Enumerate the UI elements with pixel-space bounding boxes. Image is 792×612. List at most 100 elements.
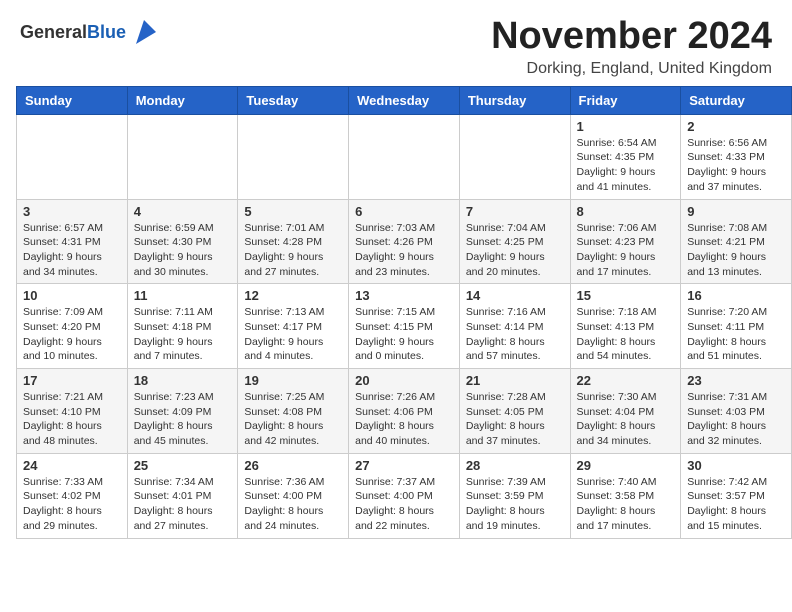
calendar-wrapper: Sunday Monday Tuesday Wednesday Thursday… [0, 86, 792, 547]
day-number: 8 [577, 204, 675, 219]
day-info: Sunrise: 7:30 AM Sunset: 4:04 PM Dayligh… [577, 390, 675, 449]
day-info: Sunrise: 7:06 AM Sunset: 4:23 PM Dayligh… [577, 221, 675, 280]
day-info: Sunrise: 7:09 AM Sunset: 4:20 PM Dayligh… [23, 305, 121, 364]
day-info: Sunrise: 7:21 AM Sunset: 4:10 PM Dayligh… [23, 390, 121, 449]
day-number: 25 [134, 458, 232, 473]
table-row: 26 Sunrise: 7:36 AM Sunset: 4:00 PM Dayli… [238, 453, 349, 538]
col-saturday: Saturday [681, 86, 792, 114]
day-info: Sunrise: 7:23 AM Sunset: 4:09 PM Dayligh… [134, 390, 232, 449]
table-row: 7Sunrise: 7:04 AM Sunset: 4:25 PM Daylig… [459, 199, 570, 284]
table-row: 1 Sunrise: 6:54 AM Sunset: 4:35 PM Daylig… [570, 114, 681, 199]
day-info: Sunrise: 7:33 AM Sunset: 4:02 PM Dayligh… [23, 475, 121, 534]
table-row: 15 Sunrise: 7:18 AM Sunset: 4:13 PM Dayli… [570, 284, 681, 369]
day-number: 14 [466, 288, 564, 303]
day-number: 27 [355, 458, 453, 473]
calendar-week-row: 1 Sunrise: 6:54 AM Sunset: 4:35 PM Daylig… [17, 114, 792, 199]
table-row [238, 114, 349, 199]
table-row: 3 Sunrise: 6:57 AM Sunset: 4:31 PM Daylig… [17, 199, 128, 284]
table-row: 29Sunrise: 7:40 AM Sunset: 3:58 PM Dayli… [570, 453, 681, 538]
calendar-week-row: 24 Sunrise: 7:33 AM Sunset: 4:02 PM Dayli… [17, 453, 792, 538]
table-row: 27 Sunrise: 7:37 AM Sunset: 4:00 PM Dayli… [349, 453, 460, 538]
day-info: Sunrise: 7:11 AM Sunset: 4:18 PM Dayligh… [134, 305, 232, 364]
table-row: 5 Sunrise: 7:01 AM Sunset: 4:28 PM Daylig… [238, 199, 349, 284]
day-number: 12 [244, 288, 342, 303]
day-info: Sunrise: 7:26 AM Sunset: 4:06 PM Dayligh… [355, 390, 453, 449]
day-info: Sunrise: 7:39 AM Sunset: 3:59 PM Dayligh… [466, 475, 564, 534]
table-row [349, 114, 460, 199]
col-tuesday: Tuesday [238, 86, 349, 114]
table-row: 11 Sunrise: 7:11 AM Sunset: 4:18 PM Dayli… [127, 284, 238, 369]
day-info: Sunrise: 6:54 AM Sunset: 4:35 PM Dayligh… [577, 136, 675, 195]
table-row: 19 Sunrise: 7:25 AM Sunset: 4:08 PM Dayli… [238, 369, 349, 454]
day-number: 19 [244, 373, 342, 388]
col-wednesday: Wednesday [349, 86, 460, 114]
day-info: Sunrise: 7:28 AM Sunset: 4:05 PM Dayligh… [466, 390, 564, 449]
col-thursday: Thursday [459, 86, 570, 114]
day-number: 1 [577, 119, 675, 134]
day-number: 11 [134, 288, 232, 303]
location: Dorking, England, United Kingdom [491, 60, 772, 78]
table-row: 22 Sunrise: 7:30 AM Sunset: 4:04 PM Dayli… [570, 369, 681, 454]
day-number: 24 [23, 458, 121, 473]
table-row [17, 114, 128, 199]
day-info: Sunrise: 7:37 AM Sunset: 4:00 PM Dayligh… [355, 475, 453, 534]
table-row [127, 114, 238, 199]
day-number: 28 [466, 458, 564, 473]
day-number: 29 [577, 458, 675, 473]
logo-general-text: General [20, 22, 87, 42]
day-info: Sunrise: 7:01 AM Sunset: 4:28 PM Dayligh… [244, 221, 342, 280]
col-friday: Friday [570, 86, 681, 114]
table-row: 30Sunrise: 7:42 AM Sunset: 3:57 PM Dayli… [681, 453, 792, 538]
day-number: 26 [244, 458, 342, 473]
day-number: 18 [134, 373, 232, 388]
table-row: 16Sunrise: 7:20 AM Sunset: 4:11 PM Dayli… [681, 284, 792, 369]
day-number: 30 [687, 458, 785, 473]
day-number: 13 [355, 288, 453, 303]
calendar-week-row: 17 Sunrise: 7:21 AM Sunset: 4:10 PM Dayli… [17, 369, 792, 454]
logo-icon [128, 16, 160, 48]
table-row [459, 114, 570, 199]
day-number: 4 [134, 204, 232, 219]
day-info: Sunrise: 7:25 AM Sunset: 4:08 PM Dayligh… [244, 390, 342, 449]
day-info: Sunrise: 7:34 AM Sunset: 4:01 PM Dayligh… [134, 475, 232, 534]
day-info: Sunrise: 6:56 AM Sunset: 4:33 PM Dayligh… [687, 136, 785, 195]
table-row: 20 Sunrise: 7:26 AM Sunset: 4:06 PM Dayli… [349, 369, 460, 454]
logo-blue-text: Blue [87, 22, 126, 42]
table-row: 24 Sunrise: 7:33 AM Sunset: 4:02 PM Dayli… [17, 453, 128, 538]
table-row: 18 Sunrise: 7:23 AM Sunset: 4:09 PM Dayli… [127, 369, 238, 454]
col-sunday: Sunday [17, 86, 128, 114]
day-number: 20 [355, 373, 453, 388]
day-number: 15 [577, 288, 675, 303]
day-number: 17 [23, 373, 121, 388]
col-monday: Monday [127, 86, 238, 114]
day-number: 5 [244, 204, 342, 219]
month-title: November 2024 [491, 16, 772, 58]
day-number: 2 [687, 119, 785, 134]
day-number: 3 [23, 204, 121, 219]
day-info: Sunrise: 7:03 AM Sunset: 4:26 PM Dayligh… [355, 221, 453, 280]
day-info: Sunrise: 7:36 AM Sunset: 4:00 PM Dayligh… [244, 475, 342, 534]
day-info: Sunrise: 7:18 AM Sunset: 4:13 PM Dayligh… [577, 305, 675, 364]
day-number: 23 [687, 373, 785, 388]
title-block: November 2024 Dorking, England, United K… [491, 16, 772, 78]
table-row: 12 Sunrise: 7:13 AM Sunset: 4:17 PM Dayli… [238, 284, 349, 369]
day-info: Sunrise: 6:57 AM Sunset: 4:31 PM Dayligh… [23, 221, 121, 280]
table-row: 17 Sunrise: 7:21 AM Sunset: 4:10 PM Dayli… [17, 369, 128, 454]
table-row: 28 Sunrise: 7:39 AM Sunset: 3:59 PM Dayli… [459, 453, 570, 538]
day-number: 22 [577, 373, 675, 388]
calendar-week-row: 10Sunrise: 7:09 AM Sunset: 4:20 PM Dayli… [17, 284, 792, 369]
table-row: 9Sunrise: 7:08 AM Sunset: 4:21 PM Daylig… [681, 199, 792, 284]
day-info: Sunrise: 7:13 AM Sunset: 4:17 PM Dayligh… [244, 305, 342, 364]
header: GeneralBlue November 2024 Dorking, Engla… [0, 0, 792, 86]
table-row: 2 Sunrise: 6:56 AM Sunset: 4:33 PM Daylig… [681, 114, 792, 199]
table-row: 23Sunrise: 7:31 AM Sunset: 4:03 PM Dayli… [681, 369, 792, 454]
day-number: 21 [466, 373, 564, 388]
day-info: Sunrise: 7:08 AM Sunset: 4:21 PM Dayligh… [687, 221, 785, 280]
day-number: 7 [466, 204, 564, 219]
day-number: 16 [687, 288, 785, 303]
table-row: 10Sunrise: 7:09 AM Sunset: 4:20 PM Dayli… [17, 284, 128, 369]
table-row: 13 Sunrise: 7:15 AM Sunset: 4:15 PM Dayli… [349, 284, 460, 369]
day-info: Sunrise: 7:15 AM Sunset: 4:15 PM Dayligh… [355, 305, 453, 364]
calendar-week-row: 3 Sunrise: 6:57 AM Sunset: 4:31 PM Daylig… [17, 199, 792, 284]
table-row: 21 Sunrise: 7:28 AM Sunset: 4:05 PM Dayli… [459, 369, 570, 454]
